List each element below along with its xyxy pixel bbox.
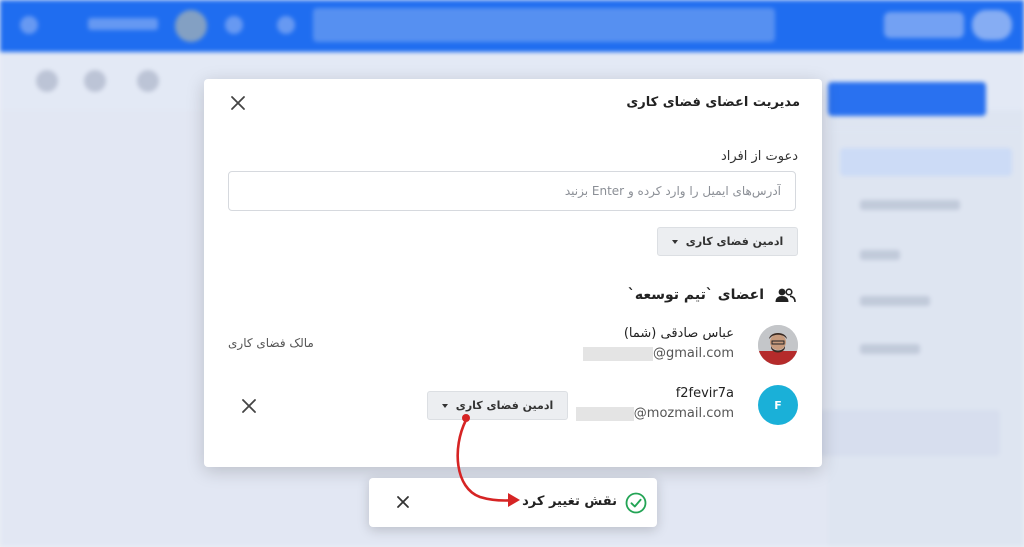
invite-role-dropdown[interactable]: ادمین فضای کاری	[657, 227, 798, 256]
avatar: F	[758, 385, 798, 425]
redacted-email	[575, 406, 634, 421]
email-domain: @mozmail.com	[633, 406, 734, 421]
email-domain: @gmail.com	[652, 346, 734, 361]
member-name: f2fevir7a	[675, 386, 734, 401]
redacted-email	[582, 346, 653, 361]
invite-email-field[interactable]	[228, 171, 796, 211]
members-heading-text: اعضای `تیم توسعه`	[627, 287, 764, 303]
member-name: عباس صادقی (شما)	[623, 326, 734, 341]
dialog-title: مدیریت اعضای فضای کاری	[626, 95, 800, 110]
member-role-text: مالک فضای کاری	[228, 336, 314, 350]
caret-down-icon	[671, 239, 678, 244]
member-role-label: ادمین فضای کاری	[455, 399, 554, 412]
avatar-letter: F	[774, 398, 782, 412]
member-email: @mozmail.com	[575, 405, 734, 423]
avatar	[758, 325, 798, 365]
toast-message: نقش تغییر کرد	[522, 494, 617, 509]
invite-email-input[interactable]	[229, 172, 795, 210]
members-heading: اعضای `تیم توسعه`	[628, 287, 796, 303]
remove-member-icon[interactable]	[240, 397, 258, 415]
toast-notification: نقش تغییر کرد	[369, 478, 657, 527]
invite-role-label: ادمین فضای کاری	[685, 235, 784, 248]
member-email: @gmail.com	[582, 345, 734, 363]
toast-close-icon[interactable]	[396, 495, 410, 509]
member-role-dropdown[interactable]: ادمین فضای کاری	[427, 391, 568, 420]
group-icon	[775, 288, 796, 303]
caret-down-icon	[441, 403, 448, 408]
invite-label: دعوت از افراد	[720, 149, 798, 164]
close-icon[interactable]	[229, 94, 247, 112]
manage-members-dialog: مدیریت اعضای فضای کاری دعوت از افراد ادم…	[204, 79, 822, 467]
user-photo-icon	[758, 325, 798, 365]
check-circle-icon	[625, 492, 647, 514]
